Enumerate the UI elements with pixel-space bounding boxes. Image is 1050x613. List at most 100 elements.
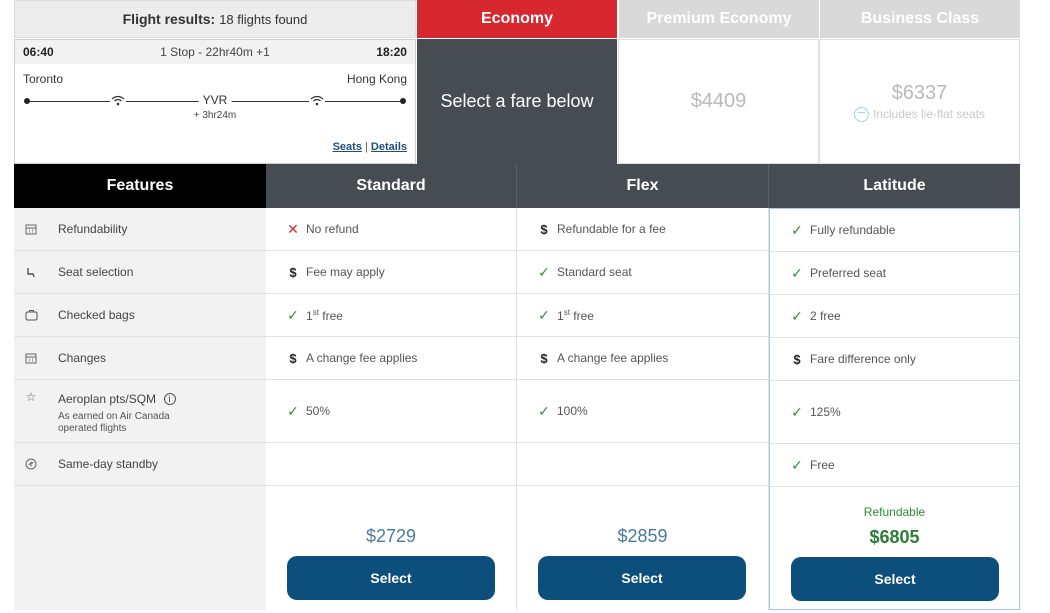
feature-aeroplan: ☆ Aeroplan pts/SQM i As earned on Air Ca… xyxy=(14,380,266,443)
link-separator: | xyxy=(365,141,368,153)
latitude-fare-column: ✓ Fully refundable ✓ Preferred seat ✓ 2 fre… xyxy=(769,208,1020,610)
cell-text: 1st free xyxy=(557,308,594,323)
flex-price-block: $2859 Select xyxy=(517,486,768,610)
cell-text: 2 free xyxy=(810,309,841,323)
refundable-note: Refundable xyxy=(863,505,926,519)
flight-card: 06:40 1 Stop - 22hr40m +1 18:20 Toronto … xyxy=(14,39,416,164)
flex-seat-selection: ✓ Standard seat xyxy=(517,251,768,294)
check-icon: ✓ xyxy=(538,263,550,280)
flex-aeroplan: ✓ 100% xyxy=(517,380,768,443)
latitude-refundability: ✓ Fully refundable xyxy=(770,209,1019,252)
tab-premium-economy[interactable]: Premium Economy xyxy=(619,0,819,38)
stop-airport-code: YVR xyxy=(198,93,232,107)
cross-icon: ✕ xyxy=(287,220,299,237)
calendar-icon xyxy=(24,222,38,236)
latitude-price: $6805 xyxy=(869,527,920,547)
results-count: 18 flights found xyxy=(219,11,308,27)
stops-duration: 1 Stop - 22hr40m +1 xyxy=(160,45,270,59)
cell-text: Standard seat xyxy=(557,265,632,279)
feature-refundability: Refundability xyxy=(14,208,266,251)
info-icon[interactable]: i xyxy=(163,393,176,405)
cell-text: A change fee applies xyxy=(306,351,418,365)
standard-aeroplan: ✓ 50% xyxy=(266,380,516,443)
latitude-seat-selection: ✓ Preferred seat xyxy=(770,252,1019,295)
bag-icon xyxy=(24,308,38,322)
seat-icon xyxy=(24,265,38,279)
origin-city: Toronto xyxy=(23,72,64,86)
cell-text: Refundable for a fee xyxy=(557,222,666,236)
bags-count: 1 xyxy=(306,308,313,323)
latitude-standby: ✓ Free xyxy=(770,444,1019,487)
layover-duration: + 3hr24m xyxy=(193,110,237,121)
features-header: Features xyxy=(14,164,266,208)
bags-free: free xyxy=(569,308,594,323)
economy-fare-prompt[interactable]: Select a fare below xyxy=(417,39,617,164)
dollar-icon: $ xyxy=(793,351,801,367)
feature-checked-bags: Checked bags xyxy=(14,294,266,337)
cell-text: 125% xyxy=(810,405,841,419)
dollar-icon: $ xyxy=(289,350,297,366)
check-icon: ✓ xyxy=(791,456,803,473)
flex-checked-bags: ✓ 1st free xyxy=(517,294,768,337)
cell-text: 50% xyxy=(306,404,331,418)
lie-flat-note: Includes lie-flat seats xyxy=(853,106,986,122)
route-line: YVR + 3hr24m xyxy=(24,86,406,126)
seats-link[interactable]: Seats xyxy=(333,141,362,153)
standard-select-button[interactable]: Select xyxy=(287,556,495,600)
cell-text: 1st free xyxy=(306,308,343,323)
depart-time: 06:40 xyxy=(23,45,54,59)
results-header: Flight results: 18 flights found xyxy=(14,0,416,38)
flex-standby xyxy=(517,443,768,486)
flex-header: Flex xyxy=(517,164,769,208)
check-icon: ✓ xyxy=(287,402,299,419)
destination-city: Hong Kong xyxy=(346,72,407,86)
flight-times: 06:40 1 Stop - 22hr40m +1 18:20 xyxy=(15,40,415,64)
business-class-price: $6337 xyxy=(891,81,948,104)
feature-label: Checked bags xyxy=(58,308,135,322)
standard-fare-column: ✕ No refund $ Fee may apply ✓ 1st free $ A c… xyxy=(266,208,517,610)
feature-sublabel: As earned on Air Canada operated flights xyxy=(58,411,170,434)
cell-text: Fare difference only xyxy=(810,352,916,366)
tab-economy[interactable]: Economy xyxy=(417,0,617,38)
flex-fare-column: $ Refundable for a fee ✓ Standard seat ✓ 1s… xyxy=(517,208,769,610)
results-label: Flight results: xyxy=(122,11,216,27)
flex-changes: $ A change fee applies xyxy=(517,337,768,380)
latitude-header: Latitude xyxy=(769,164,1020,208)
details-link[interactable]: Details xyxy=(371,141,407,153)
cell-text: Free xyxy=(810,458,835,472)
wifi-icon xyxy=(309,93,325,106)
latitude-checked-bags: ✓ 2 free xyxy=(770,295,1019,338)
cell-text: 100% xyxy=(557,404,588,418)
standard-changes: $ A change fee applies xyxy=(266,337,516,380)
feature-same-day-standby: Same-day standby xyxy=(14,443,266,486)
premium-economy-price-cell[interactable]: $4409 xyxy=(618,39,819,164)
check-icon: ✓ xyxy=(791,403,803,420)
cell-text: No refund xyxy=(306,222,359,236)
latitude-select-button[interactable]: Select xyxy=(791,557,999,601)
features-column: Refundability Seat selection Checked bag… xyxy=(14,208,266,610)
feature-changes: Changes xyxy=(14,337,266,380)
calendar-icon xyxy=(24,351,38,365)
feature-label: Refundability xyxy=(58,222,128,236)
tab-business-class[interactable]: Business Class xyxy=(820,0,1020,38)
cell-text: Fee may apply xyxy=(306,265,385,279)
destination-dot xyxy=(400,98,406,104)
flex-select-button[interactable]: Select xyxy=(538,556,746,600)
dollar-icon: $ xyxy=(540,350,548,366)
business-class-price-cell[interactable]: $6337 Includes lie-flat seats xyxy=(819,39,1020,164)
cell-text: Preferred seat xyxy=(810,266,887,280)
feature-label: Same-day standby xyxy=(58,457,159,471)
feature-seat-selection: Seat selection xyxy=(14,251,266,294)
check-icon: ✓ xyxy=(791,221,803,238)
cities: Toronto Hong Kong xyxy=(15,64,415,86)
latitude-price-block: Refundable $6805 Select xyxy=(770,487,1019,611)
flex-price: $2859 xyxy=(617,526,668,546)
check-icon: ✓ xyxy=(538,306,550,323)
premium-economy-price: $4409 xyxy=(690,90,747,112)
lie-flat-label: Includes lie-flat seats xyxy=(872,107,986,121)
origin-dot xyxy=(24,98,30,104)
latitude-aeroplan: ✓ 125% xyxy=(770,381,1019,444)
cell-text: Fully refundable xyxy=(810,223,896,237)
bags-count: 1 xyxy=(557,308,564,323)
lie-flat-seat-icon xyxy=(853,106,869,122)
